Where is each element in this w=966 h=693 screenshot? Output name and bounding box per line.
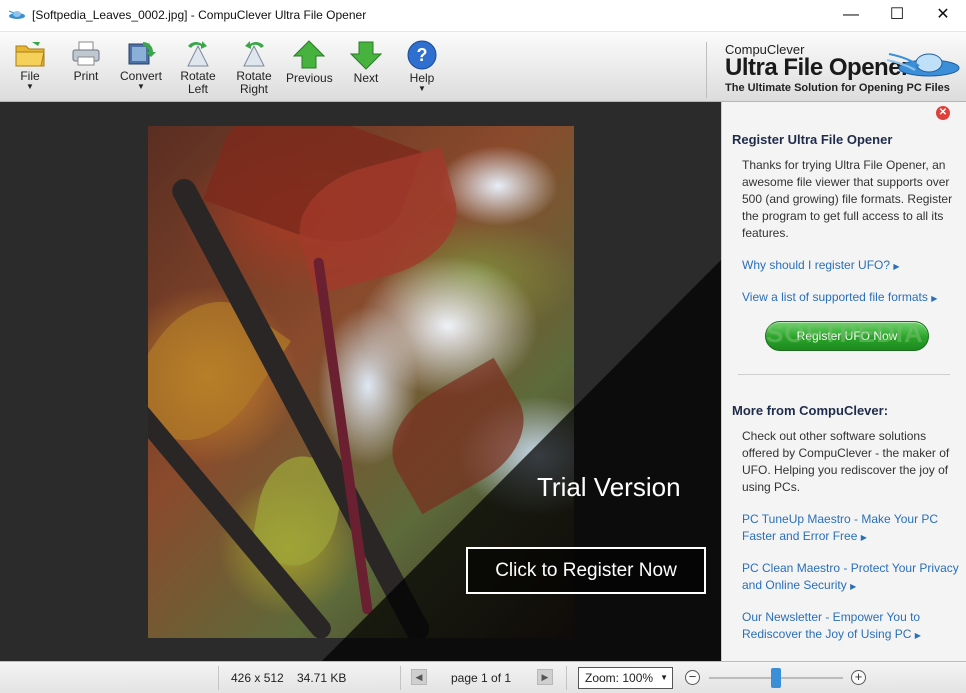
convert-icon [128, 42, 156, 65]
file-size: 34.71 KB [297, 671, 347, 685]
status-separator [218, 666, 219, 690]
help-menu-button[interactable]: ? Help ▼ [402, 36, 442, 100]
chevron-right-icon: ▶ [931, 294, 938, 303]
zoom-value: Zoom: 100% [585, 671, 654, 685]
next-button[interactable]: Next [346, 36, 386, 100]
image-viewer[interactable]: Trial Version Click to Register Now [0, 102, 721, 661]
printer-icon [72, 41, 100, 66]
chevron-down-icon: ▼ [137, 82, 145, 91]
trial-version-text: Trial Version [537, 472, 681, 502]
page-indicator: page 1 of 1 [451, 671, 512, 685]
rotate-right-button[interactable]: Rotate Right [232, 36, 276, 100]
image-dimensions: 426 x 512 [231, 671, 284, 685]
maximize-button[interactable]: ☐ [874, 0, 920, 31]
arrow-down-icon [350, 41, 382, 70]
register-description: Thanks for trying Ultra File Opener, an … [742, 158, 953, 240]
click-to-register-button[interactable]: Click to Register Now [466, 547, 706, 594]
chevron-right-icon: ▶ [914, 631, 921, 640]
arrow-up-icon [293, 40, 325, 69]
rotate-left-label: Rotate Left [180, 69, 216, 96]
softpedia-watermark: SOFTPEDIA [766, 318, 924, 348]
rotate-right-label: Rotate Right [236, 69, 272, 96]
link-newsletter-label: Our Newsletter - Empower You to Rediscov… [742, 610, 921, 641]
divider [738, 374, 950, 375]
help-icon: ? [407, 40, 437, 70]
register-heading: Register Ultra File Opener [732, 132, 893, 147]
close-window-button[interactable]: ✕ [920, 0, 966, 31]
close-panel-icon[interactable]: ✕ [936, 106, 950, 120]
next-label: Next [353, 71, 379, 85]
link-why-register-label: Why should I register UFO? [742, 258, 891, 272]
link-newsletter[interactable]: Our Newsletter - Empower You to Rediscov… [742, 609, 960, 644]
rotate-right-icon [243, 41, 265, 67]
zoom-in-button[interactable]: + [851, 670, 866, 685]
rotate-left-icon [187, 41, 209, 67]
previous-button[interactable]: Previous [286, 36, 333, 100]
chevron-down-icon: ▼ [660, 673, 668, 682]
chevron-right-icon: ▶ [860, 533, 867, 542]
zoom-select[interactable]: Zoom: 100% ▼ [578, 667, 673, 689]
chevron-down-icon: ▼ [26, 82, 34, 91]
chevron-right-icon: ▶ [850, 582, 857, 591]
more-heading: More from CompuClever: [732, 403, 889, 418]
status-bar: 426 x 512 34.71 KB ◀ page 1 of 1 ▶ Zoom:… [0, 661, 966, 693]
ufo-icon [8, 10, 25, 19]
side-panel: ✕ Register Ultra File Opener Thanks for … [721, 102, 966, 661]
print-label: Print [73, 69, 99, 83]
status-separator [566, 666, 567, 690]
prev-page-button[interactable]: ◀ [411, 669, 427, 685]
folder-icon [15, 42, 45, 67]
link-pc-clean[interactable]: PC Clean Maestro - Protect Your Privacy … [742, 560, 960, 595]
zoom-out-button[interactable]: − [685, 670, 700, 685]
title-bar: [Softpedia_Leaves_0002.jpg] - CompuCleve… [0, 0, 966, 32]
print-button[interactable]: Print [68, 36, 104, 100]
window-title: [Softpedia_Leaves_0002.jpg] - CompuCleve… [32, 8, 367, 22]
link-pc-tuneup[interactable]: PC TuneUp Maestro - Make Your PC Faster … [742, 511, 960, 546]
link-tuneup-label: PC TuneUp Maestro - Make Your PC Faster … [742, 512, 939, 543]
file-menu-button[interactable]: File ▼ [12, 36, 48, 100]
more-description: Check out other software solutions offer… [742, 429, 950, 494]
chevron-right-icon: ▶ [893, 262, 900, 271]
svg-text:?: ? [417, 45, 428, 65]
link-supported-formats[interactable]: View a list of supported file formats ▶ [742, 289, 960, 307]
previous-label: Previous [286, 71, 333, 85]
link-formats-label: View a list of supported file formats [742, 290, 928, 304]
chevron-down-icon: ▼ [418, 84, 426, 93]
convert-menu-button[interactable]: Convert ▼ [118, 36, 164, 100]
next-page-button[interactable]: ▶ [537, 669, 553, 685]
ufo-logo-icon [886, 53, 960, 77]
minimize-button[interactable]: — [828, 0, 874, 31]
link-why-register[interactable]: Why should I register UFO? ▶ [742, 257, 960, 275]
brand-product: Ultra File Opener [725, 54, 910, 81]
zoom-slider-thumb[interactable] [771, 668, 781, 688]
status-separator [400, 666, 401, 690]
rotate-left-button[interactable]: Rotate Left [176, 36, 220, 100]
brand-logo: CompuClever Ultra File Opener The Ultima… [706, 42, 966, 98]
